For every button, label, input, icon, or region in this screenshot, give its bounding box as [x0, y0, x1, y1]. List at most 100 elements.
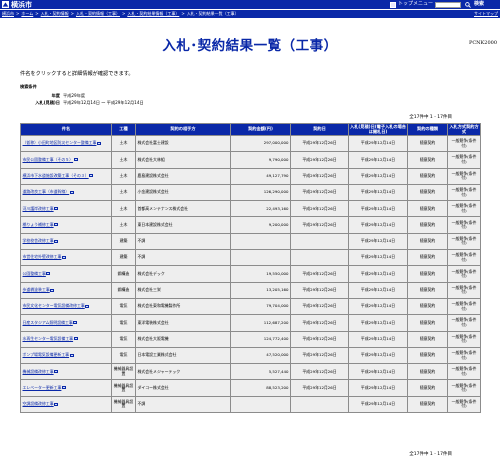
breadcrumb-item[interactable]: 入札・契約結果情報（工事） — [127, 11, 179, 16]
contract-name-link-text[interactable]: 学校校舎改修工事 — [23, 238, 54, 243]
contract-name-link-text[interactable]: 市民公園整備工事（その５） — [23, 157, 74, 162]
contract-type-cell: 随意契約 — [407, 363, 448, 381]
contract-name-link[interactable]: （仮称）小田町地区防災センター整備工事 — [20, 134, 112, 153]
contract-name-link[interactable]: 歩道橋塗装工事 — [20, 281, 112, 299]
new-window-icon[interactable] — [54, 370, 59, 374]
search-icon[interactable] — [465, 1, 471, 8]
breadcrumb-item[interactable]: 横浜市 — [2, 11, 14, 16]
breadcrumb-item[interactable]: 入札・契約情報 — [41, 11, 69, 16]
contract-type-cell-text: 随意契約 — [419, 368, 436, 374]
breadcrumb-item[interactable]: ホーム — [21, 11, 33, 16]
contractor-cell: 株式会社東和電機製作所 — [135, 297, 231, 316]
new-window-icon[interactable] — [73, 158, 78, 162]
contract-amount-cell: 112,687,200 — [230, 314, 291, 332]
new-window-icon[interactable] — [69, 353, 74, 357]
contract-name-link[interactable]: 空調設備改修工事 — [20, 395, 112, 414]
bid-method-cell: 一般競争(条件付) — [447, 167, 481, 185]
contract-date-cell: 平成29年12月26日 — [290, 363, 349, 381]
contract-type-cell: 随意契約 — [407, 200, 448, 218]
contract-date-cell-text: 平成29年12月26日 — [302, 221, 337, 227]
new-window-icon[interactable] — [61, 386, 66, 390]
contract-name-link[interactable]: 橋りょう補修工事 — [20, 216, 112, 234]
city-logo-icon[interactable] — [2, 1, 9, 8]
contract-name-link-text[interactable]: （仮称）小田町地区防災センター整備工事 — [23, 140, 97, 146]
table-row: エレベーター更新工事 機械器具設置 ダイコー株式会社 88,523,200 平成29年1… — [20, 379, 481, 397]
search-input[interactable] — [435, 1, 461, 8]
bid-date-cell-text: 平成29年12月14日 — [360, 156, 396, 162]
contract-name-link[interactable]: 河川護岸改修工事 — [20, 200, 112, 218]
contract-name-link[interactable]: 横浜市下水道施設改築工事（その３） — [20, 167, 112, 185]
new-window-icon[interactable] — [89, 174, 94, 178]
fiscal-year-label: 年度 — [51, 93, 60, 98]
contract-name-link-text[interactable]: 空調設備改修工事 — [23, 401, 54, 406]
contract-type-cell: 随意契約 — [407, 330, 448, 348]
new-window-icon[interactable] — [50, 288, 55, 292]
new-window-icon[interactable] — [54, 207, 59, 211]
contract-name-link[interactable]: 市民文化センター電気設備改修工事 — [20, 297, 112, 316]
contract-name-link[interactable]: 道路改良工事（市道幹線） — [20, 183, 112, 202]
new-window-icon[interactable] — [46, 272, 51, 276]
new-window-icon[interactable] — [61, 255, 66, 259]
bid-method-cell-text: 一般競争(条件付) — [451, 317, 477, 327]
contractor-cell: 日本電設工業株式会社 — [135, 346, 231, 365]
contract-amount-cell: 9,790,000 — [230, 151, 291, 169]
contract-name-link-text[interactable]: 市営住宅外壁改修工事 — [23, 254, 62, 260]
bid-date-cell-text: 平成29年12月14日 — [360, 254, 396, 260]
menu-icon[interactable] — [390, 1, 396, 8]
contract-name-link[interactable]: エレベーター更新工事 — [20, 379, 112, 397]
column-header: 工種 — [111, 123, 136, 136]
bid-method-cell: 一般競争(条件付) — [447, 281, 481, 299]
work-type-cell-text: 機械器具設置 — [113, 382, 134, 393]
contract-name-link-text[interactable]: エレベーター更新工事 — [23, 385, 62, 390]
new-window-icon[interactable] — [73, 321, 78, 325]
contract-name-link-text[interactable]: 機械設備改修工事 — [23, 369, 54, 374]
new-window-icon[interactable] — [73, 337, 78, 341]
contract-date-cell: 平成29年12月26日 — [290, 200, 349, 218]
bid-date-cell: 平成29年12月14日 — [348, 395, 408, 414]
work-type-cell-text: 建築 — [119, 254, 128, 260]
contract-name-link-text[interactable]: 橋りょう補修工事 — [23, 222, 54, 227]
contract-name-link-text[interactable]: 市民文化センター電気設備改修工事 — [23, 303, 85, 309]
contract-name-link-text[interactable]: 日産スタジアム照明設備工事 — [23, 320, 73, 325]
contract-type-cell-text: 随意契約 — [419, 172, 436, 178]
search-button[interactable]: 検索 — [474, 1, 484, 8]
contract-amount-cell-text: 9,790,000 — [268, 156, 289, 162]
new-window-icon[interactable] — [54, 223, 59, 227]
bid-date-cell: 平成29年12月14日 — [348, 167, 408, 185]
contract-name-link[interactable]: 市民公園整備工事（その５） — [20, 151, 112, 169]
contract-name-link-text[interactable]: ポンプ場電気設備更新工事 — [23, 352, 70, 358]
work-type-cell-text: 建築 — [119, 238, 128, 244]
contract-name-link-text[interactable]: 歩道橋塗装工事 — [23, 287, 50, 292]
contract-name-link[interactable]: 市営住宅外壁改修工事 — [20, 249, 112, 267]
contract-name-link[interactable]: 機械設備改修工事 — [20, 363, 112, 381]
contract-name-link[interactable]: 公園整備工事 — [20, 265, 112, 283]
bid-method-cell-text: 一般競争(条件付) — [451, 382, 477, 393]
contract-name-link[interactable]: 学校校舎改修工事 — [20, 232, 112, 251]
breadcrumb-item[interactable]: 入札・契約情報（工事） — [76, 11, 120, 16]
work-type-cell-text: 鋼構造 — [117, 270, 130, 276]
contract-type-cell: 随意契約 — [407, 265, 448, 283]
bid-method-cell-text: 一般競争(条件付) — [451, 170, 477, 181]
contract-name-link-text[interactable]: 河川護岸改修工事 — [23, 206, 54, 211]
new-window-icon[interactable] — [85, 304, 90, 308]
new-window-icon[interactable] — [96, 141, 101, 145]
new-window-icon[interactable] — [54, 239, 59, 243]
contract-name-link-text[interactable]: 横浜市下水道施設改築工事（その３） — [23, 173, 89, 178]
contract-name-link[interactable]: ポンプ場電気設備更新工事 — [20, 346, 112, 365]
contract-name-link-text[interactable]: 水再生センター電気設備工事 — [23, 336, 74, 341]
contract-name-link-text[interactable]: 道路改良工事（市道幹線） — [23, 189, 70, 195]
table-row: 学校校舎改修工事 建築 不調 平成29年12月14日 随意契約 一般競争(条件付) — [20, 232, 481, 251]
contract-amount-cell: 22,493,160 — [230, 200, 291, 218]
new-window-icon[interactable] — [69, 190, 74, 194]
contract-amount-cell — [230, 249, 291, 267]
bid-method-cell-text: 一般競争(条件付) — [451, 268, 477, 279]
site-name[interactable]: 横浜市 — [11, 1, 32, 9]
contract-name-link[interactable]: 水再生センター電気設備工事 — [20, 330, 112, 348]
new-window-icon[interactable] — [54, 402, 59, 406]
contract-name-link-text[interactable]: 公園整備工事 — [23, 271, 46, 276]
contract-type-cell-text: 随意契約 — [419, 335, 436, 341]
sitemap-link[interactable]: サイトマップ — [474, 10, 498, 18]
top-menu-link[interactable]: トップメニュー — [398, 1, 433, 8]
contract-name-link[interactable]: 日産スタジアム照明設備工事 — [20, 314, 112, 332]
table-row: 機械設備改修工事 機械器具設置 株式会社メジャーテック 5,527,440 平成29年1… — [20, 363, 481, 381]
